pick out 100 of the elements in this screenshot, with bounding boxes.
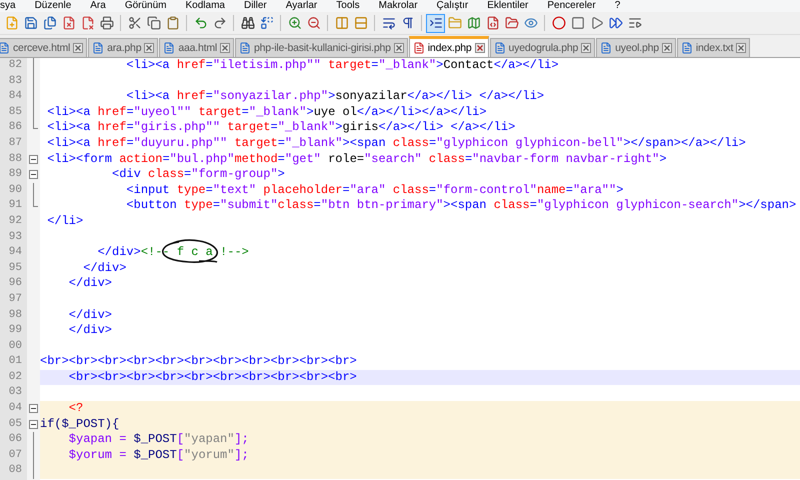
menu-item[interactable]: Görünüm (124, 0, 167, 12)
tab-label: index.txt (696, 42, 734, 54)
paste-icon (166, 16, 180, 30)
line-number: 06 (8, 432, 23, 448)
close-icon[interactable] (662, 43, 672, 53)
line-number: 96 (8, 276, 23, 292)
line-number: 04 (8, 401, 23, 416)
line-number: 92 (8, 214, 23, 229)
line-number: 83 (8, 74, 23, 89)
code-line: <button type="submit"class="btn btn-primary"><span class="glyphicon glyphicon-search"></span> (125, 198, 798, 214)
menu-item[interactable]: Eklentiler (487, 0, 528, 12)
file-tab[interactable]: aaa.html (159, 38, 234, 57)
line-number: 85 (8, 104, 23, 120)
file-icon (494, 42, 506, 54)
line-number: 87 (8, 136, 23, 151)
file-tab[interactable]: uyeol.php (596, 38, 676, 57)
code-editor[interactable] (0, 58, 800, 480)
close-icon[interactable] (581, 43, 592, 53)
menu-item[interactable]: Pencereler (547, 0, 596, 12)
file-icon (0, 42, 10, 54)
line-number: 93 (8, 230, 23, 245)
file-tab[interactable]: ara.php (88, 38, 158, 57)
playlist-icon (628, 16, 642, 30)
line-number: 98 (8, 308, 23, 322)
code-line: </div> (82, 260, 128, 276)
file-icon (412, 42, 425, 54)
line-number: 03 (8, 385, 23, 400)
line-number: 07 (8, 448, 23, 463)
close-icon[interactable] (736, 43, 746, 53)
close-file-icon (62, 16, 76, 30)
line-number: 88 (8, 152, 23, 167)
close-icon[interactable] (474, 43, 485, 53)
tab-label: php-ile-basit-kullanici-girisi.php (254, 42, 391, 54)
code-line: <li><a href="giris.php"" target="_blank">giris</a></li> </a></li> (46, 120, 516, 136)
menu-item[interactable]: ? (614, 0, 620, 12)
line-number: 82 (8, 58, 23, 73)
code-line: <li><a href="duyuru.php"" target="_blank"><span class="glyphicon glyphicon-bell"></span></a></li> (46, 136, 747, 152)
file-tab[interactable]: php-ile-basit-kullanici-girisi.php (235, 38, 408, 57)
fold-minus-icon[interactable] (29, 404, 38, 414)
menu-item[interactable]: Çalıştır (436, 0, 468, 12)
cut-icon (128, 16, 142, 30)
line-number: 89 (8, 167, 23, 182)
rows-icon (354, 16, 368, 30)
file-icon (239, 42, 252, 54)
menu-item[interactable]: Tools (336, 0, 360, 12)
menu-item[interactable]: sya (0, 0, 16, 12)
save-icon (24, 16, 38, 30)
menu-item[interactable]: Diller (244, 0, 267, 12)
code-line: <li><a href="iletisim.php"" target="_blank">Contact</a></li> (125, 58, 560, 74)
record-icon (552, 16, 566, 30)
line-number: 90 (8, 182, 23, 198)
fold-minus-icon[interactable] (29, 154, 38, 164)
close-all-icon (80, 16, 94, 30)
fold-minus-icon[interactable] (29, 420, 38, 429)
file-icon (600, 42, 612, 54)
replace-icon (260, 16, 274, 30)
wrap-icon (382, 16, 396, 30)
eye-icon (524, 16, 538, 30)
line-number: 08 (8, 463, 23, 478)
file-tab[interactable]: index.php (408, 36, 489, 57)
tab-label: uyedogrula.php (508, 42, 578, 54)
binoculars-icon (240, 16, 254, 30)
tab-label: index.php (428, 42, 472, 54)
menu-item[interactable]: Makrolar (378, 0, 418, 12)
file-tab[interactable]: cerceve.html (0, 38, 88, 57)
close-icon[interactable] (394, 43, 404, 53)
menu-item[interactable]: Ara (90, 0, 106, 12)
code-line: <li><form action="bul.php"method="get" role="search" class="navbar-form navbar-right"> (46, 152, 668, 168)
file-tab[interactable]: index.txt (676, 38, 750, 57)
undo-icon (194, 16, 208, 30)
code-line: </li> (46, 214, 84, 230)
toolbar-button[interactable] (426, 14, 445, 32)
tab-label: uyeol.php (615, 42, 659, 54)
fold-minus-icon[interactable] (29, 170, 38, 180)
menu-item[interactable]: Kodlama (186, 0, 225, 12)
code-line: <br><br><br><br><br><br><br><br><br><br><br> (40, 354, 358, 370)
play-icon (590, 16, 604, 30)
line-number: 95 (8, 260, 23, 276)
line-number: 02 (8, 370, 23, 385)
menu-item[interactable]: Ayarlar (286, 0, 318, 12)
pilcrow-icon (400, 16, 414, 30)
print-icon (100, 16, 114, 30)
map-icon (466, 16, 480, 30)
columns-icon (334, 16, 348, 30)
file-tab[interactable]: uyedogrula.php (490, 38, 596, 57)
save-all-icon (42, 16, 56, 30)
menu-item[interactable]: Düzenle (34, 0, 72, 12)
redo-icon (212, 16, 226, 30)
code-line: </div> (68, 323, 114, 339)
folder-icon (504, 16, 518, 30)
line-number: 05 (8, 416, 23, 432)
file-icon (163, 42, 176, 54)
code-line: <li><a href="uyeol"" target="_blank">uye ol</a></li></a></li> (46, 104, 488, 121)
line-number: 01 (8, 354, 23, 370)
tab-label: aaa.html (178, 42, 218, 54)
file-icon (680, 42, 693, 54)
close-icon[interactable] (144, 43, 154, 53)
close-icon[interactable] (73, 43, 84, 53)
code-line: <input type="text" placeholder="ara" class="form-control"name="ara""> (125, 182, 624, 199)
close-icon[interactable] (220, 43, 230, 53)
